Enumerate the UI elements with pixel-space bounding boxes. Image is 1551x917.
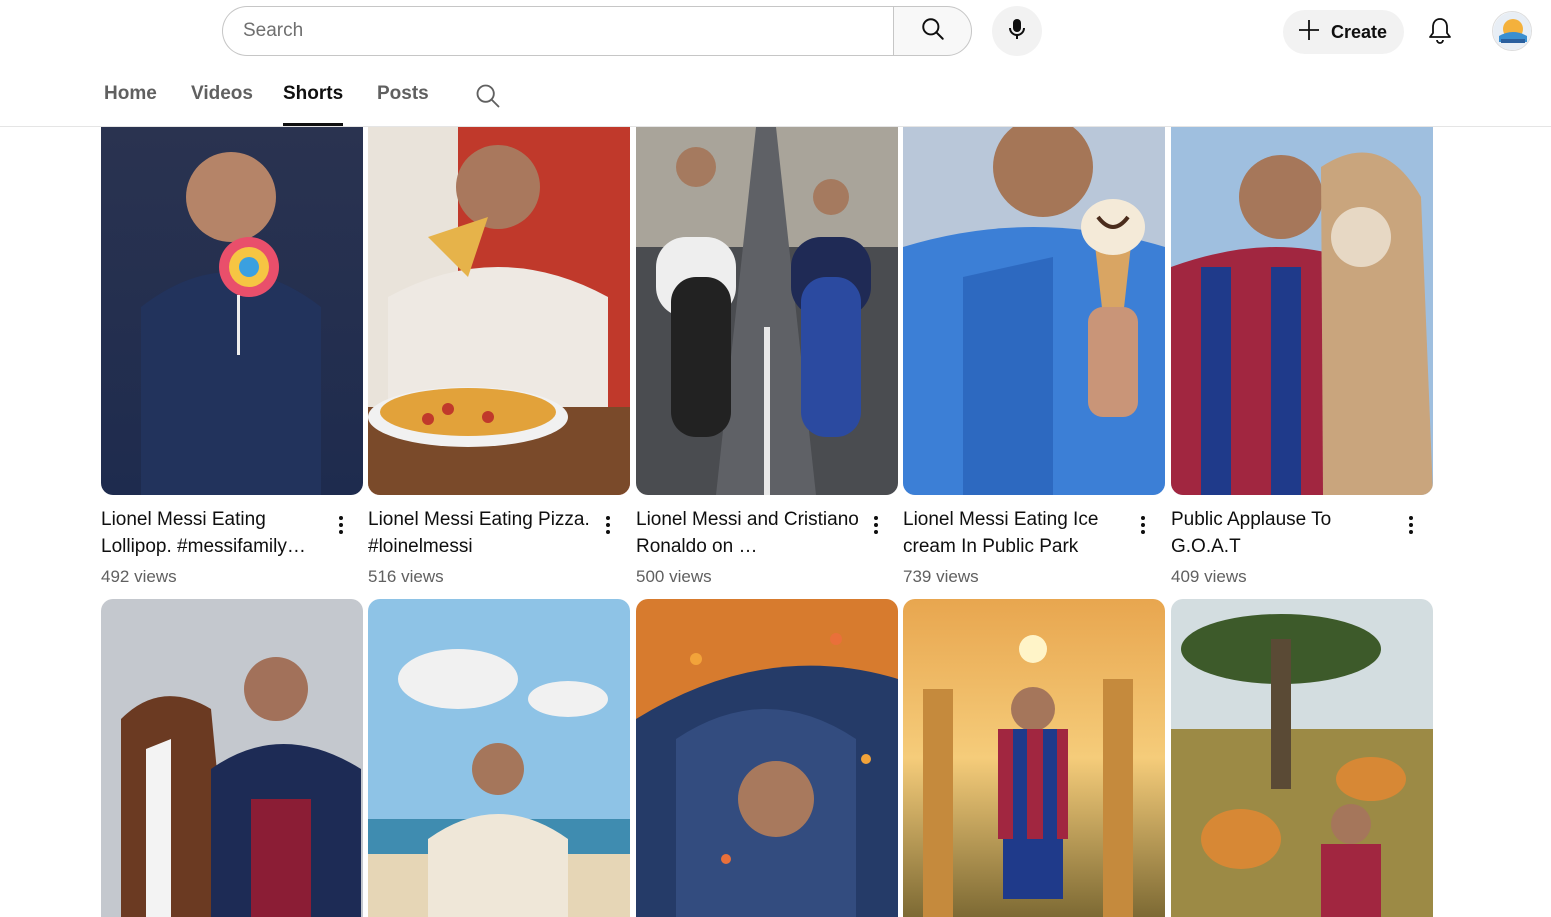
search-box xyxy=(222,6,972,56)
more-vertical-icon xyxy=(1408,515,1414,540)
short-card xyxy=(636,599,898,917)
short-thumbnail[interactable] xyxy=(101,599,363,917)
search-button[interactable] xyxy=(893,6,972,56)
avatar[interactable] xyxy=(1492,11,1532,51)
short-thumbnail[interactable] xyxy=(636,127,898,495)
more-vertical-icon xyxy=(605,515,611,540)
channel-search-button[interactable] xyxy=(474,82,502,110)
short-card: Lionel Messi Eating Ice cream In Public … xyxy=(903,127,1165,586)
more-vertical-icon xyxy=(873,515,879,540)
tab-posts-label: Posts xyxy=(377,83,429,104)
plus-icon xyxy=(1297,18,1321,47)
short-card xyxy=(368,599,630,917)
tab-shorts-label: Shorts xyxy=(283,83,344,104)
short-thumbnail[interactable] xyxy=(1171,599,1433,917)
bell-icon xyxy=(1427,16,1453,49)
short-card: Lionel Messi Eating Pizza. #loinelmessi … xyxy=(368,127,630,586)
create-button[interactable]: Create xyxy=(1283,10,1404,54)
short-views: 516 views xyxy=(368,567,444,586)
short-views: 500 views xyxy=(636,567,712,586)
short-thumbnail[interactable] xyxy=(1171,127,1433,495)
short-card xyxy=(1171,599,1433,917)
tab-posts[interactable]: Posts xyxy=(377,62,429,126)
microphone-icon xyxy=(1006,17,1028,46)
channel-tabs: Home Videos Shorts Posts xyxy=(0,62,1551,127)
short-thumbnail[interactable] xyxy=(903,127,1165,495)
tab-videos[interactable]: Videos xyxy=(191,62,253,126)
short-menu-button[interactable] xyxy=(1399,515,1423,539)
tab-shorts[interactable]: Shorts xyxy=(283,62,344,126)
notifications-button[interactable] xyxy=(1418,10,1462,54)
short-title[interactable]: Lionel Messi Eating Ice cream In Public … xyxy=(903,506,1131,560)
short-card: Lionel Messi Eating Lollipop. #messifami… xyxy=(101,127,363,586)
voice-search-button[interactable] xyxy=(992,6,1042,56)
short-thumbnail[interactable] xyxy=(368,599,630,917)
short-views: 739 views xyxy=(903,567,979,586)
short-views: 409 views xyxy=(1171,567,1247,586)
short-thumbnail[interactable] xyxy=(903,599,1165,917)
masthead: Create xyxy=(0,0,1551,62)
search-input[interactable] xyxy=(222,6,893,56)
short-thumbnail[interactable] xyxy=(636,599,898,917)
tab-videos-label: Videos xyxy=(191,83,253,104)
search-icon xyxy=(474,84,502,114)
short-thumbnail[interactable] xyxy=(368,127,630,495)
tab-home-label: Home xyxy=(104,83,157,104)
short-card: Lionel Messi and Cristiano Ronaldo on … … xyxy=(636,127,898,586)
short-title[interactable]: Lionel Messi and Cristiano Ronaldo on … xyxy=(636,506,864,560)
short-thumbnail[interactable] xyxy=(101,127,363,495)
short-title[interactable]: Public Applause To G.O.A.T xyxy=(1171,506,1399,560)
short-title[interactable]: Lionel Messi Eating Pizza. #loinelmessi xyxy=(368,506,596,560)
short-menu-button[interactable] xyxy=(596,515,620,539)
short-views: 492 views xyxy=(101,567,177,586)
more-vertical-icon xyxy=(1140,515,1146,540)
tab-home[interactable]: Home xyxy=(104,62,157,126)
short-menu-button[interactable] xyxy=(329,515,353,539)
short-menu-button[interactable] xyxy=(1131,515,1155,539)
more-vertical-icon xyxy=(338,515,344,540)
short-card xyxy=(101,599,363,917)
short-menu-button[interactable] xyxy=(864,515,888,539)
search-icon xyxy=(920,16,946,47)
create-label: Create xyxy=(1331,21,1388,42)
short-card: Public Applause To G.O.A.T 409 views xyxy=(1171,127,1433,586)
short-title[interactable]: Lionel Messi Eating Lollipop. #messifami… xyxy=(101,506,329,560)
short-card xyxy=(903,599,1165,917)
